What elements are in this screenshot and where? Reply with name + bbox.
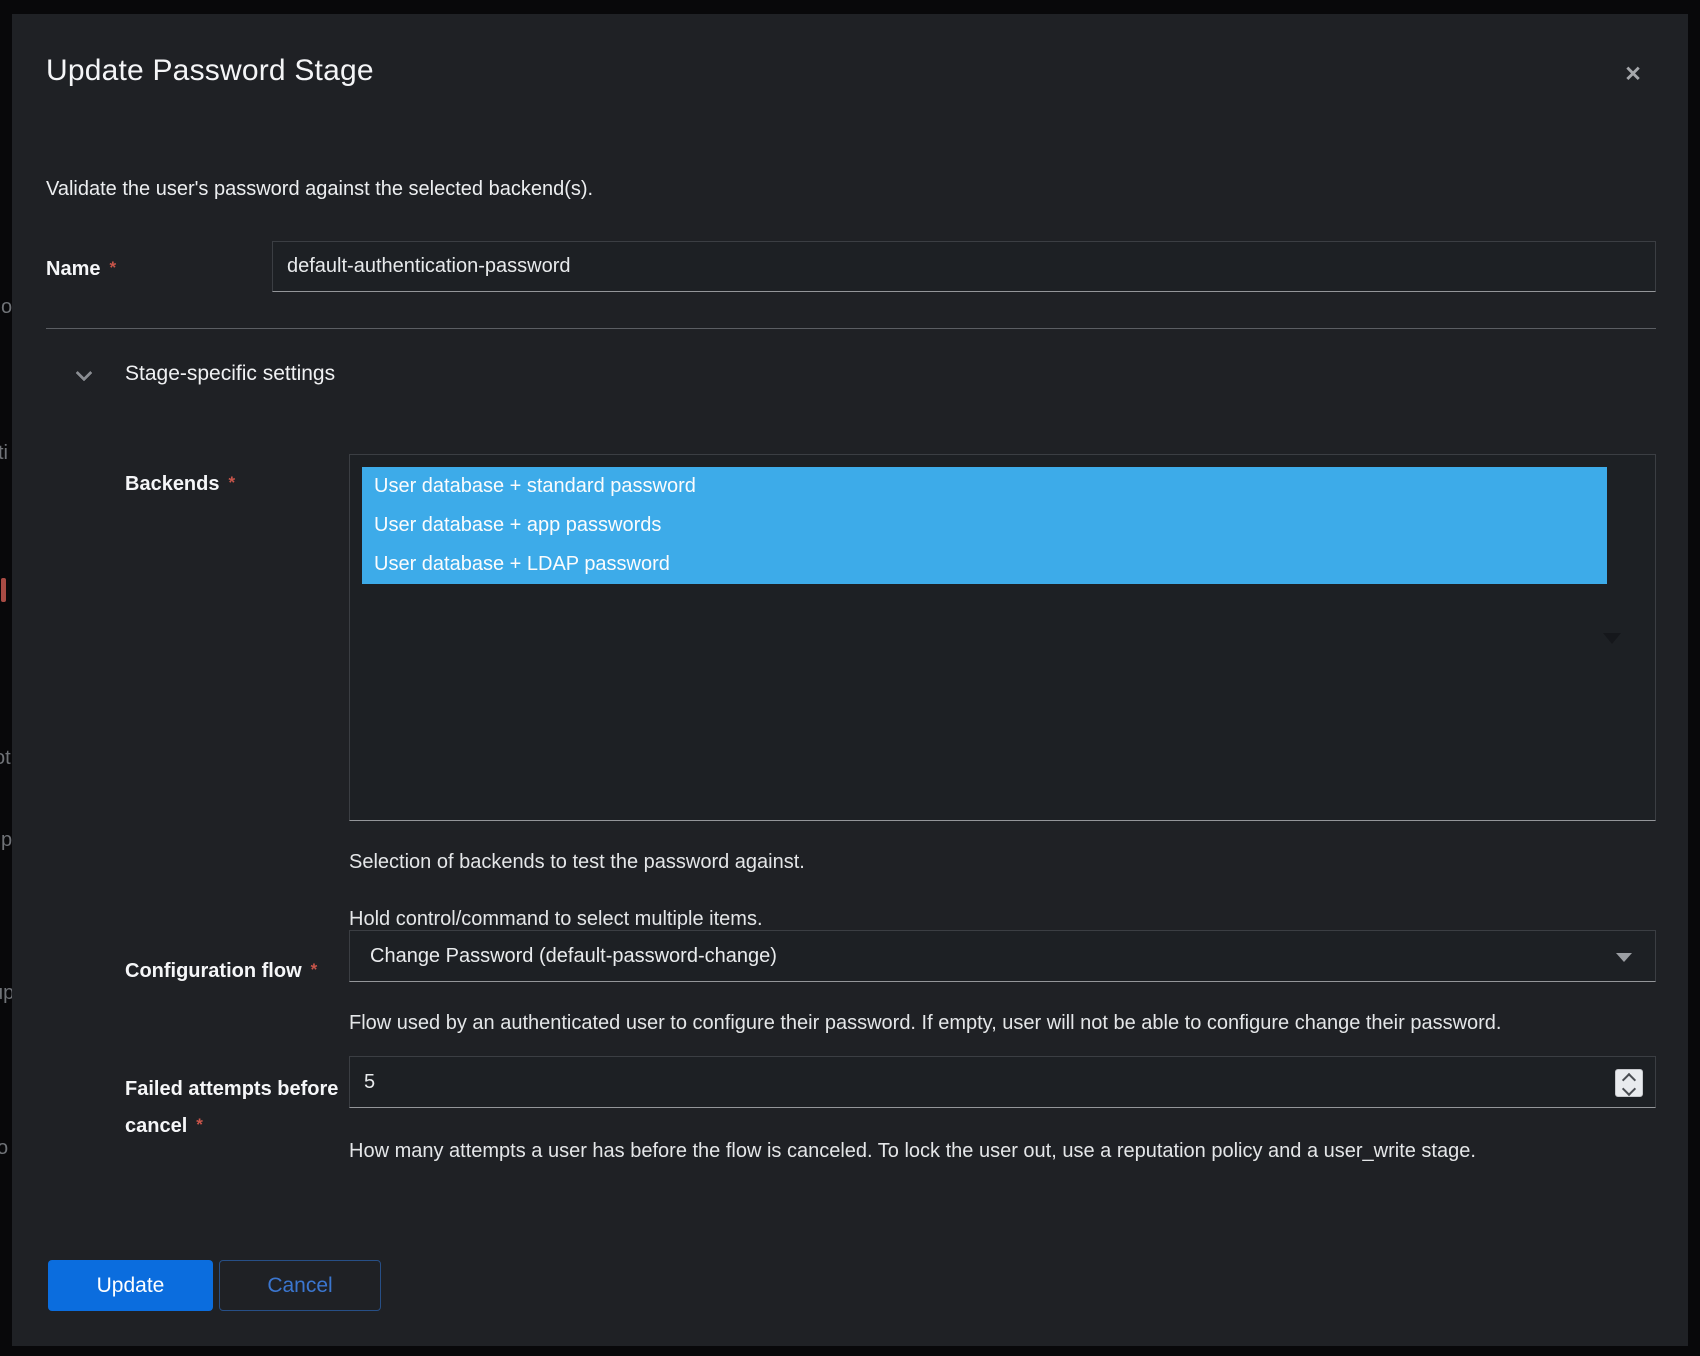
failed-attempts-input[interactable]: [349, 1056, 1656, 1108]
failed-attempts-label-line2: cancel: [125, 1115, 187, 1137]
select-caret-icon: [1616, 953, 1632, 962]
required-asterisk: *: [229, 473, 236, 492]
name-input[interactable]: [272, 241, 1656, 292]
background-red-fragment: [1, 578, 6, 602]
backends-help-text: Hold control/command to select multiple …: [349, 906, 763, 932]
close-icon[interactable]: ✕: [1619, 61, 1647, 89]
update-button[interactable]: Update: [48, 1260, 213, 1311]
select-caret-icon: [1603, 633, 1621, 644]
update-password-stage-modal: Update Password Stage ✕ Validate the use…: [12, 14, 1688, 1346]
configuration-flow-label-text: Configuration flow: [125, 960, 302, 982]
backends-option-selected[interactable]: User database + app passwords: [362, 506, 1607, 545]
configuration-flow-select[interactable]: Change Password (default-password-change…: [349, 930, 1656, 982]
background-text-fragment: ot: [0, 746, 11, 770]
backends-multiselect[interactable]: User database + standard password User d…: [349, 454, 1656, 821]
backends-help-text: Selection of backends to test the passwo…: [349, 849, 805, 875]
stepper-down-icon[interactable]: [1616, 1083, 1642, 1096]
modal-title: Update Password Stage: [46, 54, 374, 88]
required-asterisk: *: [109, 258, 116, 277]
background-text-fragment: up: [0, 981, 12, 1005]
cancel-button[interactable]: Cancel: [219, 1260, 381, 1311]
background-text-fragment: ti: [0, 441, 8, 465]
failed-attempts-field-label: Failed attempts before cancel *: [125, 1071, 357, 1144]
section-label: Stage-specific settings: [125, 362, 335, 386]
chevron-down-icon: [78, 366, 92, 380]
required-asterisk: *: [196, 1115, 203, 1134]
form-divider: [46, 328, 1656, 329]
background-text-fragment: o: [1, 295, 12, 319]
backdrop-left-strip: o ti ot p up o: [0, 0, 12, 1356]
name-field-label: Name *: [46, 256, 116, 281]
number-stepper: [1615, 1069, 1643, 1097]
backends-option-selected[interactable]: User database + standard password: [362, 467, 1607, 506]
configuration-flow-help-text: Flow used by an authenticated user to co…: [349, 1010, 1502, 1036]
required-asterisk: *: [311, 960, 318, 979]
background-text-fragment: o: [0, 1136, 8, 1160]
name-label-text: Name: [46, 258, 100, 280]
background-text-fragment: p: [1, 828, 12, 852]
configuration-flow-selected-value: Change Password (default-password-change…: [370, 931, 777, 981]
failed-attempts-help-text: How many attempts a user has before the …: [349, 1138, 1476, 1164]
stage-specific-settings-toggle[interactable]: Stage-specific settings: [46, 358, 466, 398]
backends-field-label: Backends *: [125, 471, 235, 496]
configuration-flow-field-label: Configuration flow *: [125, 958, 317, 983]
modal-description: Validate the user's password against the…: [46, 176, 593, 202]
backends-label-text: Backends: [125, 473, 220, 495]
failed-attempts-label-line1: Failed attempts before: [125, 1078, 338, 1100]
backends-option-selected[interactable]: User database + LDAP password: [362, 545, 1607, 584]
